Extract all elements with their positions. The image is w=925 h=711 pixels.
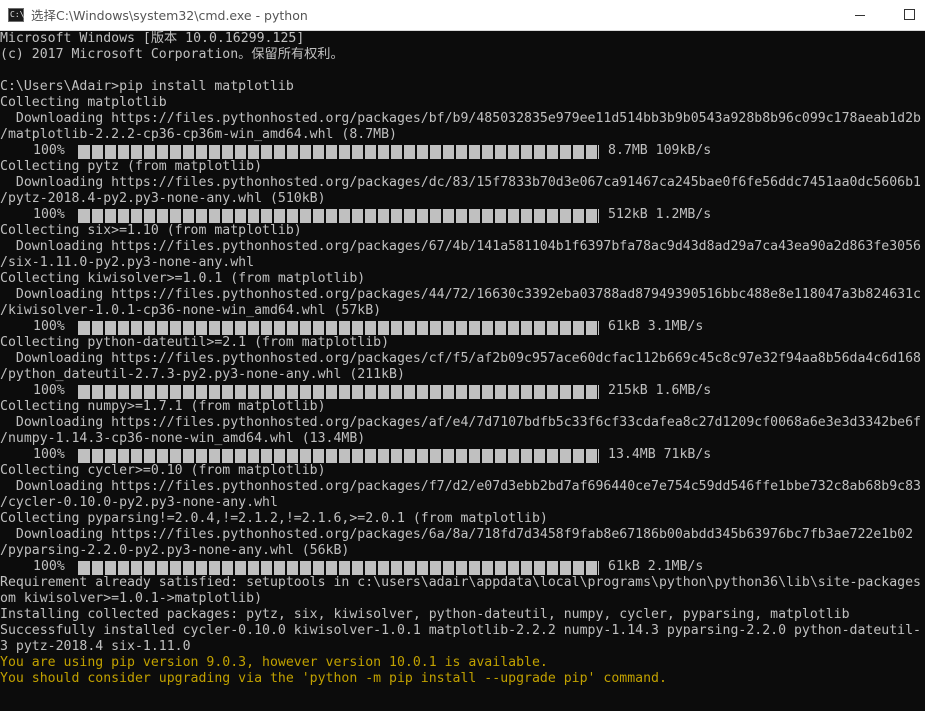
console-line: /numpy-1.14.3-cp36-none-win_amd64.whl (1… — [0, 431, 366, 446]
console-line: Collecting pytz (from matplotlib) — [0, 159, 263, 174]
console-line: 3 pytz-2018.4 six-1.11.0 — [0, 639, 191, 654]
console-line: Downloading https://files.pythonhosted.o… — [0, 287, 921, 302]
cmd-icon-text: C:\ — [10, 10, 25, 19]
console-line: (c) 2017 Microsoft Corporation。保留所有权利。 — [0, 47, 344, 62]
cmd-icon[interactable]: C:\ — [8, 8, 24, 22]
console-line: /pyparsing-2.2.0-py2.py3-none-any.whl (5… — [0, 543, 350, 558]
maximize-button[interactable] — [887, 0, 925, 31]
console-line: Collecting kiwisolver>=1.0.1 (from matpl… — [0, 271, 366, 286]
progress-percent: 100% — [33, 319, 65, 334]
console-line: Downloading https://files.pythonhosted.o… — [0, 415, 921, 430]
progress-percent: 100% — [33, 143, 65, 158]
progress-line: 100% 61kB 2.1MB/s — [0, 559, 925, 575]
console-line: /kiwisolver-1.0.1-cp36-none-win_amd64.wh… — [0, 303, 382, 318]
console-line: Requirement already satisfied: setuptool… — [0, 575, 921, 590]
warning-line: You are using pip version 9.0.3, however… — [0, 655, 548, 670]
console-line: /pytz-2018.4-py2.py3-none-any.whl (510kB… — [0, 191, 326, 206]
console-line: /matplotlib-2.2.2-cp36-cp36m-win_amd64.w… — [0, 127, 397, 142]
progress-percent: 100% — [33, 447, 65, 462]
progress-line: 100% 512kB 1.2MB/s — [0, 207, 925, 223]
progress-percent: 100% — [33, 559, 65, 574]
console-line: Collecting python-dateutil>=2.1 (from ma… — [0, 335, 390, 350]
progress-speed: 13.4MB 71kB/s — [608, 447, 712, 462]
progress-bar — [78, 145, 599, 159]
console-line: Downloading https://files.pythonhosted.o… — [0, 239, 921, 254]
console-line: C:\Users\Adair>pip install matplotlib — [0, 79, 294, 94]
progress-line: 100% 61kB 3.1MB/s — [0, 319, 925, 335]
progress-speed: 512kB 1.2MB/s — [608, 207, 712, 222]
console-line: /cycler-0.10.0-py2.py3-none-any.whl — [0, 495, 278, 510]
progress-speed: 215kB 1.6MB/s — [608, 383, 712, 398]
console-line: /six-1.11.0-py2.py3-none-any.whl — [0, 255, 255, 270]
console-line: Collecting matplotlib — [0, 95, 167, 110]
console-line: Collecting pyparsing!=2.0.4,!=2.1.2,!=2.… — [0, 511, 548, 526]
progress-speed: 61kB 2.1MB/s — [608, 559, 704, 574]
progress-bar — [78, 321, 599, 335]
progress-line: 100% 13.4MB 71kB/s — [0, 447, 925, 463]
console-line: om kiwisolver>=1.0.1->matplotlib) — [0, 591, 263, 606]
console-line: /python_dateutil-2.7.3-py2.py3-none-any.… — [0, 367, 405, 382]
console-line: Microsoft Windows [版本 10.0.16299.125] — [0, 31, 305, 46]
progress-bar — [78, 561, 599, 575]
progress-line: 100% 215kB 1.6MB/s — [0, 383, 925, 399]
title-bar[interactable]: C:\ 选择C:\Windows\system32\cmd.exe - pyth… — [0, 0, 925, 31]
console-line: Downloading https://files.pythonhosted.o… — [0, 111, 921, 126]
console-line: Downloading https://files.pythonhosted.o… — [0, 175, 921, 190]
progress-bar — [78, 209, 599, 223]
progress-percent: 100% — [33, 383, 65, 398]
progress-line: 100% 8.7MB 109kB/s — [0, 143, 925, 159]
maximize-icon — [904, 9, 915, 20]
minimize-button[interactable] — [838, 0, 882, 31]
console-line: Installing collected packages: pytz, six… — [0, 607, 850, 622]
console-line: Downloading https://files.pythonhosted.o… — [0, 351, 921, 366]
progress-bar — [78, 385, 599, 399]
console-line: Successfully installed cycler-0.10.0 kiw… — [0, 623, 921, 638]
warning-line: You should consider upgrading via the 'p… — [0, 671, 667, 686]
progress-speed: 61kB 3.1MB/s — [608, 319, 704, 334]
progress-speed: 8.7MB 109kB/s — [608, 143, 712, 158]
window-title: 选择C:\Windows\system32\cmd.exe - python — [31, 8, 308, 23]
console-line: Collecting six>=1.10 (from matplotlib) — [0, 223, 302, 238]
minimize-icon — [855, 15, 865, 16]
console-line: Collecting numpy>=1.7.1 (from matplotlib… — [0, 399, 326, 414]
console-line: Collecting cycler>=0.10 (from matplotlib… — [0, 463, 326, 478]
progress-percent: 100% — [33, 207, 65, 222]
console-line: Downloading https://files.pythonhosted.o… — [0, 527, 914, 542]
console-output[interactable]: Microsoft Windows [版本 10.0.16299.125] (c)… — [0, 31, 925, 711]
progress-bar — [78, 449, 599, 463]
console-line: Downloading https://files.pythonhosted.o… — [0, 479, 921, 494]
